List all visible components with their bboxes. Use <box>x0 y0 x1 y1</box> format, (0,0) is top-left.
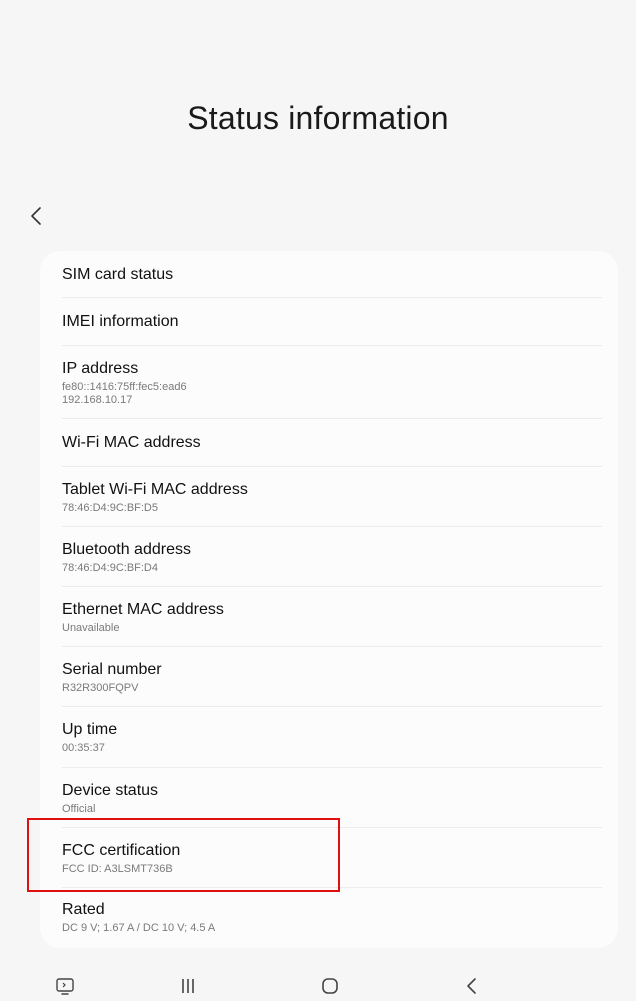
list-item-value: 192.168.10.17 <box>62 393 133 406</box>
home-button[interactable] <box>310 972 350 1000</box>
status-information-screen: Status information SIM card status IMEI … <box>0 0 636 1001</box>
list-item-label: FCC certification <box>62 841 181 859</box>
screenshot-button[interactable] <box>45 972 85 1000</box>
chevron-left-icon <box>31 207 41 225</box>
list-item-label: Serial number <box>62 660 162 678</box>
list-item-value: 78:46:D4:9C:BF:D5 <box>62 501 158 514</box>
list-item-rated[interactable]: Rated DC 9 V; 1.67 A / DC 10 V; 4.5 A <box>62 888 602 946</box>
list-item-value: 00:35:37 <box>62 742 105 754</box>
list-item-value: Official <box>62 802 96 815</box>
list-item-value: FCC ID: A3LSMT736B <box>62 862 173 875</box>
status-list-card: SIM card status IMEI information IP addr… <box>40 251 618 948</box>
list-item-label: IMEI information <box>62 313 179 330</box>
back-button[interactable] <box>24 204 48 228</box>
list-item-ethernet-mac-address[interactable]: Ethernet MAC address Unavailable <box>62 587 602 647</box>
list-item-label: SIM card status <box>62 265 174 283</box>
list-item-label: Bluetooth address <box>62 540 191 558</box>
list-item-value: 78:46:D4:9C:BF:D4 <box>62 561 158 574</box>
list-item-label: Device status <box>62 781 159 799</box>
recents-icon <box>182 979 194 993</box>
page-title: Status information <box>187 100 449 136</box>
list-item-fcc-certification[interactable]: FCC certification FCC ID: A3LSMT736B <box>62 828 602 888</box>
list-item-value: R32R300FQPV <box>62 681 139 694</box>
list-item-wifi-mac-address[interactable]: Wi-Fi MAC address <box>62 419 602 467</box>
list-item-ip-address[interactable]: IP address fe80::1416:75ff:fec5:ead6 192… <box>62 346 602 419</box>
nav-back-button[interactable] <box>452 972 492 1000</box>
navigation-bar <box>0 970 636 1001</box>
list-item-value: DC 9 V; 1.67 A / DC 10 V; 4.5 A <box>62 921 216 934</box>
screenshot-icon <box>56 978 74 995</box>
list-item-tablet-wifi-mac-address[interactable]: Tablet Wi-Fi MAC address 78:46:D4:9C:BF:… <box>62 467 602 527</box>
list-item-label: Wi-Fi MAC address <box>62 434 201 451</box>
recents-button[interactable] <box>168 972 208 1000</box>
list-item-value: fe80::1416:75ff:fec5:ead6 <box>62 380 187 393</box>
list-item-value: Unavailable <box>62 621 120 634</box>
list-item-up-time[interactable]: Up time 00:35:37 <box>62 707 602 768</box>
list-item-serial-number[interactable]: Serial number R32R300FQPV <box>62 647 602 707</box>
home-icon <box>322 978 338 994</box>
back-icon <box>467 978 476 994</box>
list-item-imei-information[interactable]: IMEI information <box>62 298 602 346</box>
list-item-sim-card-status[interactable]: SIM card status <box>62 251 602 298</box>
list-item-label: Tablet Wi-Fi MAC address <box>62 480 248 498</box>
list-item-label: Rated <box>62 900 105 918</box>
list-item-label: Up time <box>62 721 118 738</box>
list-item-bluetooth-address[interactable]: Bluetooth address 78:46:D4:9C:BF:D4 <box>62 527 602 587</box>
list-item-device-status[interactable]: Device status Official <box>62 768 602 828</box>
list-item-label: IP address <box>62 359 139 377</box>
list-item-label: Ethernet MAC address <box>62 600 224 618</box>
